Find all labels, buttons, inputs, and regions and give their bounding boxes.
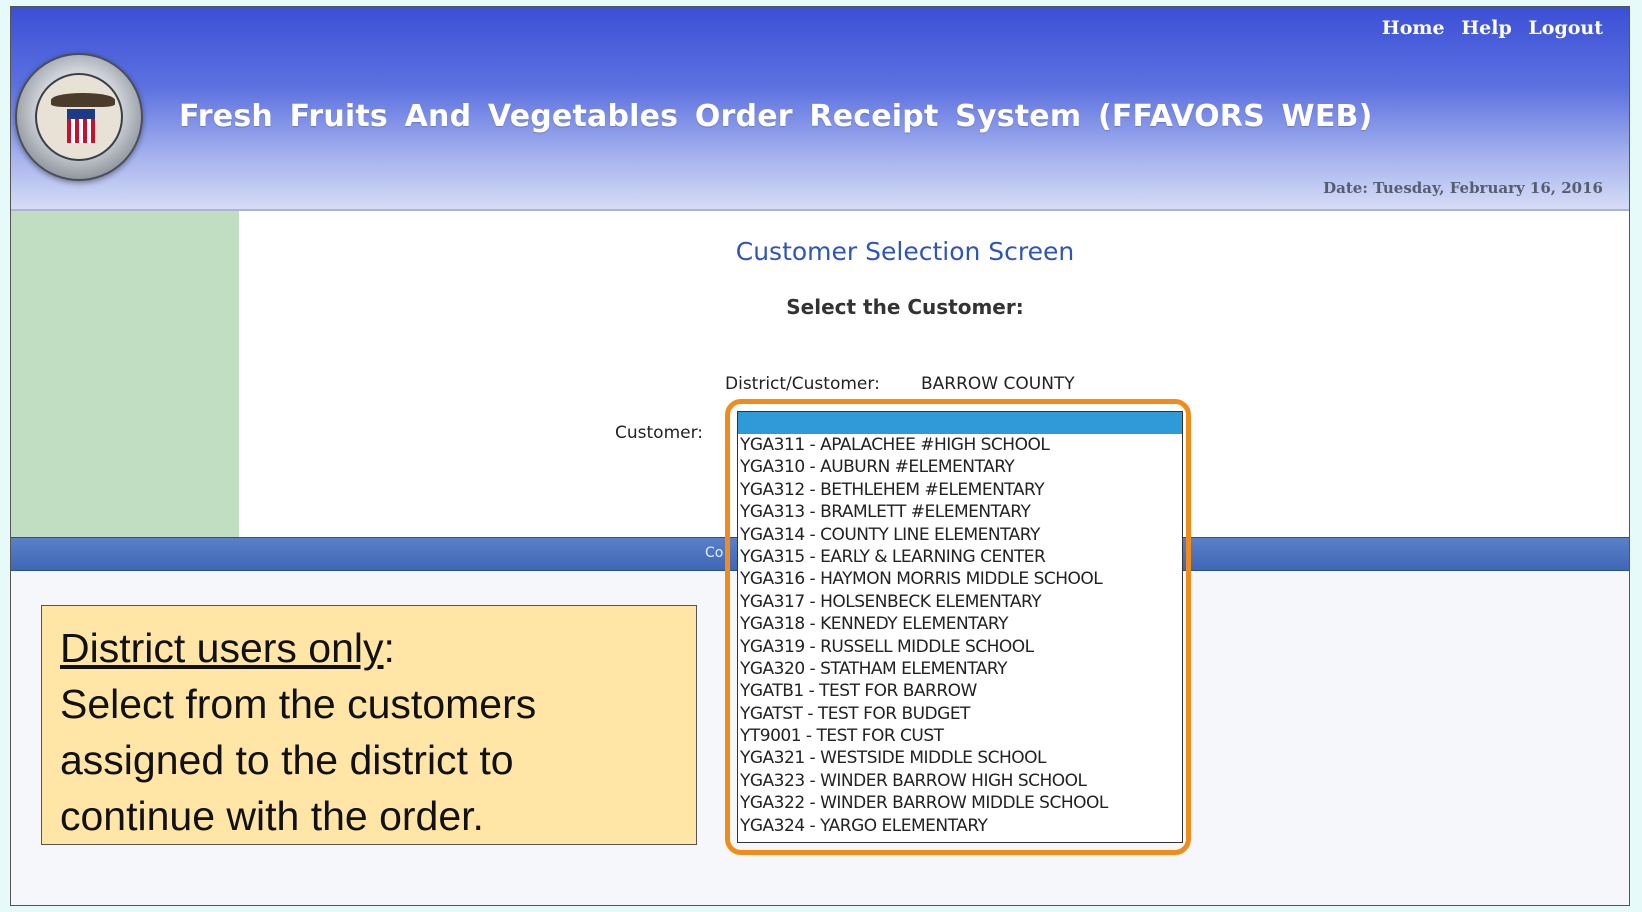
footer-bar-text: Co bbox=[705, 545, 724, 561]
app-title: Fresh Fruits And Vegetables Order Receip… bbox=[179, 99, 1373, 134]
district-value: BARROW COUNTY bbox=[921, 374, 1075, 394]
home-link[interactable]: Home bbox=[1382, 17, 1445, 39]
page-title: Customer Selection Screen bbox=[735, 237, 1075, 266]
select-customer-heading: Select the Customer: bbox=[786, 295, 1024, 319]
district-label: District/Customer: bbox=[725, 374, 880, 394]
help-link[interactable]: Help bbox=[1461, 17, 1512, 39]
highlight-callout bbox=[725, 399, 1191, 855]
current-date: Date: Tuesday, February 16, 2016 bbox=[1323, 179, 1603, 197]
customer-label: Customer: bbox=[615, 423, 704, 443]
logout-link[interactable]: Logout bbox=[1528, 17, 1603, 39]
note-line: continue with the order. bbox=[60, 793, 484, 839]
app-window: Home Help Logout Fresh Fruits And Vegeta… bbox=[10, 6, 1630, 906]
note-line: Select from the customers bbox=[60, 681, 537, 727]
sidebar bbox=[11, 211, 239, 537]
note-heading: District users only bbox=[60, 625, 384, 671]
note-line: assigned to the district to bbox=[60, 737, 514, 783]
top-links: Home Help Logout bbox=[1372, 17, 1603, 39]
header: Home Help Logout Fresh Fruits And Vegeta… bbox=[11, 7, 1629, 211]
instruction-note: District users only: Select from the cus… bbox=[41, 605, 697, 845]
shield-shape bbox=[67, 109, 95, 143]
eagle-shape bbox=[51, 93, 115, 107]
dla-seal-icon bbox=[15, 53, 143, 181]
note-colon: : bbox=[383, 625, 395, 671]
